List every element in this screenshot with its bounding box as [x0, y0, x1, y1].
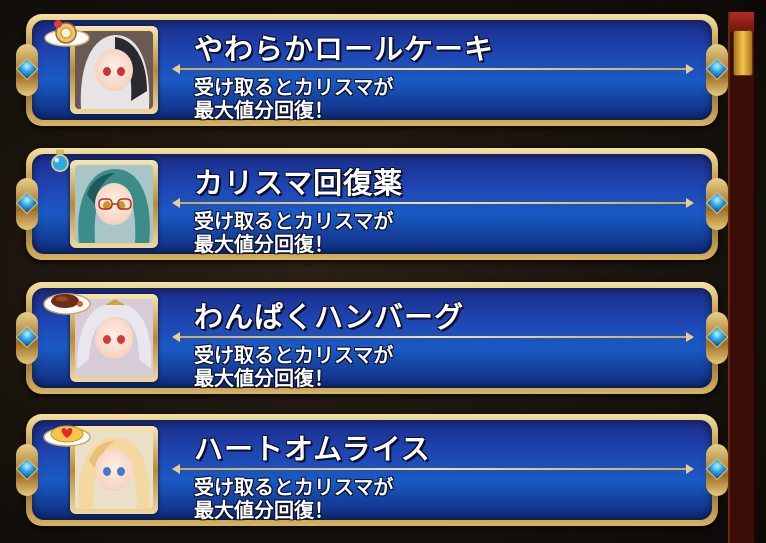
item-name: カリスマ回復薬 — [194, 166, 404, 200]
character-portrait — [70, 160, 158, 248]
potion-bottle-icon — [51, 149, 69, 172]
face — [95, 49, 133, 91]
item-description: 受け取るとカリスマが 最大値分回復！ — [194, 210, 393, 256]
item-name: やわらかロールケーキ — [194, 32, 495, 66]
description-line: 最大値分回復！ — [194, 98, 334, 122]
item-card[interactable]: ハートオムライス 受け取るとカリスマが 最大値分回復！ — [15, 414, 729, 526]
face — [95, 317, 133, 359]
item-description: 受け取るとカリスマが 最大値分回復！ — [194, 76, 393, 122]
item-card[interactable]: カリスマ回復薬 受け取るとカリスマが 最大値分回復！ — [15, 148, 729, 260]
eye — [117, 335, 125, 344]
description-line: 最大値分回復！ — [194, 232, 334, 256]
description-line: 最大値分回復！ — [194, 366, 334, 390]
roll-cake-icon — [44, 20, 90, 47]
divider — [172, 198, 694, 208]
divider — [172, 64, 694, 74]
eye — [117, 67, 125, 76]
glasses-icon — [98, 198, 132, 210]
eye — [117, 467, 125, 476]
item-card[interactable]: わんぱくハンバーグ 受け取るとカリスマが 最大値分回復！ — [15, 282, 729, 394]
description-line: 受け取るとカリスマが — [194, 343, 394, 367]
face — [95, 449, 133, 491]
divider — [172, 464, 694, 474]
item-name: ハートオムライス — [194, 432, 431, 466]
description-line: 受け取るとカリスマが — [194, 75, 394, 99]
omurice-heart-icon — [43, 425, 91, 447]
eye — [103, 467, 111, 476]
scrollbar-thumb[interactable] — [733, 30, 753, 76]
portrait-image — [75, 165, 153, 243]
eye — [103, 67, 111, 76]
description-line: 最大値分回復！ — [194, 498, 334, 522]
eye — [103, 335, 111, 344]
item-description: 受け取るとカリスマが 最大値分回復！ — [194, 476, 393, 522]
scrollbar-cap — [730, 12, 754, 32]
description-line: 受け取るとカリスマが — [194, 209, 394, 233]
divider — [172, 332, 694, 342]
item-card[interactable]: やわらかロールケーキ 受け取るとカリスマが 最大値分回復！ — [15, 14, 729, 126]
item-description: 受け取るとカリスマが 最大値分回復！ — [194, 344, 393, 390]
description-line: 受け取るとカリスマが — [194, 475, 394, 499]
scrollbar[interactable] — [728, 12, 756, 543]
item-list: やわらかロールケーキ 受け取るとカリスマが 最大値分回復！ カリスマ回復薬 受け… — [0, 0, 729, 543]
hamburg-steak-icon — [43, 293, 91, 315]
item-name: わんぱくハンバーグ — [194, 300, 465, 334]
